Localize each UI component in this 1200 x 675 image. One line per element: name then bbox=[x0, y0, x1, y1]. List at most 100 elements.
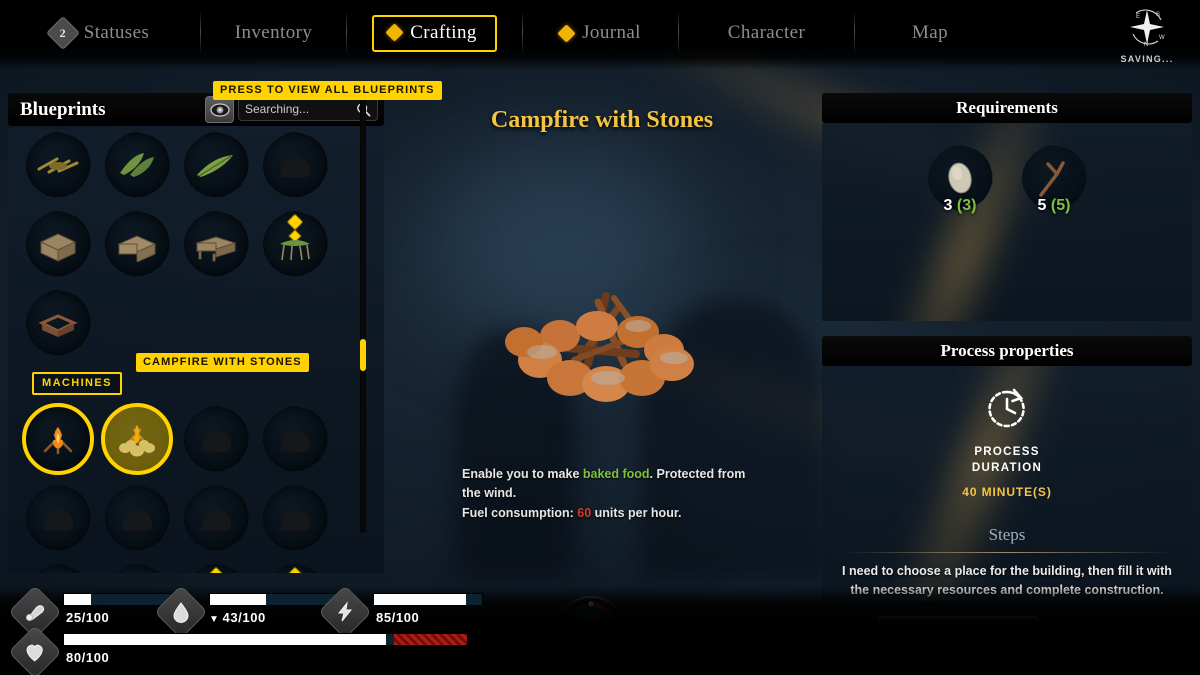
food-bar bbox=[63, 593, 173, 606]
blueprint-slot-tool[interactable] bbox=[22, 561, 94, 573]
tab-label: Character bbox=[727, 22, 806, 43]
forge-icon bbox=[114, 500, 160, 536]
tab-character[interactable]: Character bbox=[679, 0, 854, 66]
blueprint-slot-kettle[interactable] bbox=[180, 482, 252, 554]
blueprints-scrollbar[interactable] bbox=[360, 97, 366, 533]
energy-bar-fill bbox=[374, 594, 466, 605]
lightning-icon bbox=[337, 601, 353, 622]
svg-text:N: N bbox=[1144, 42, 1148, 48]
blueprint-slot-campfire[interactable] bbox=[22, 403, 94, 475]
blueprint-slot-dark-shape[interactable] bbox=[259, 129, 331, 201]
blueprint-slot-drying-rack[interactable] bbox=[259, 403, 331, 475]
blueprint-slot-wooden-bench[interactable] bbox=[180, 208, 252, 280]
process-duration-label: PROCESS DURATION bbox=[822, 445, 1192, 476]
blueprint-slot-forge[interactable] bbox=[101, 482, 173, 554]
requirements-panel: Requirements 3 (3) 5 (5) bbox=[822, 93, 1192, 321]
tab-label: Crafting bbox=[410, 21, 477, 43]
requirements-title: Requirements bbox=[956, 98, 1058, 117]
kettle-icon bbox=[193, 500, 239, 536]
drying-rack-icon bbox=[272, 421, 318, 457]
heart-icon bbox=[26, 644, 44, 662]
requirement-need: (3) bbox=[956, 197, 977, 214]
health-bar bbox=[63, 633, 468, 646]
energy-icon-frame bbox=[318, 585, 372, 639]
slot-frame bbox=[104, 564, 170, 573]
eye-icon bbox=[209, 102, 230, 117]
water-bar-fill bbox=[210, 594, 267, 605]
garden-bed-icon bbox=[35, 305, 81, 341]
blueprint-row bbox=[22, 561, 342, 573]
selection-ring bbox=[101, 403, 173, 475]
item-title: Campfire with Stones bbox=[490, 107, 714, 133]
health-icon-frame bbox=[8, 625, 62, 675]
duration-label-line2: DURATION bbox=[971, 461, 1043, 474]
requirements-body: 3 (3) 5 (5) bbox=[822, 123, 1192, 321]
search-input[interactable]: Searching... bbox=[245, 102, 356, 116]
blueprint-slot-log-workbench[interactable] bbox=[259, 561, 331, 573]
blueprint-slot-wooden-chest[interactable] bbox=[101, 208, 173, 280]
blueprint-slot-campfire-with-stones[interactable] bbox=[101, 403, 173, 475]
energy-value: 85/100 bbox=[376, 610, 420, 625]
blueprint-row bbox=[22, 403, 342, 475]
statuses-count-badge: 2 bbox=[45, 16, 80, 50]
statuses-count: 2 bbox=[59, 25, 66, 40]
tab-inventory[interactable]: Inventory bbox=[201, 0, 346, 66]
description-highlight: baked food bbox=[582, 467, 650, 481]
process-properties-header: Process properties bbox=[822, 336, 1192, 366]
blueprint-row bbox=[22, 208, 342, 280]
blueprint-slot-palm-shelter[interactable] bbox=[259, 208, 331, 280]
blueprint-slot-machine[interactable] bbox=[259, 482, 331, 554]
compass-rose-icon: S E N W bbox=[1130, 9, 1165, 48]
tab-journal[interactable]: Journal bbox=[523, 0, 678, 66]
requirement-have: 3 bbox=[943, 197, 953, 214]
game-screen: 2 Statuses Inventory Crafting Journal Charact… bbox=[0, 0, 1200, 675]
blueprint-slot-anvil[interactable] bbox=[22, 482, 94, 554]
view-all-blueprints-button[interactable] bbox=[205, 96, 234, 123]
stat-water: ▼ 43/100 bbox=[154, 585, 342, 639]
saving-label: SAVING... bbox=[1120, 54, 1174, 64]
process-properties-body: PROCESS DURATION 40 MINUTE(S) Steps I ne… bbox=[822, 366, 1192, 601]
selection-ring bbox=[22, 403, 94, 475]
blueprint-slot-leaves[interactable] bbox=[101, 129, 173, 201]
process-properties-title: Process properties bbox=[940, 341, 1074, 360]
blueprint-slot-furnace[interactable] bbox=[180, 403, 252, 475]
requirement-count: 5 (5) bbox=[1021, 197, 1087, 215]
steps-title: Steps bbox=[988, 525, 1026, 545]
scrollbar-thumb[interactable] bbox=[360, 339, 366, 371]
slot-frame bbox=[25, 564, 91, 573]
fuel-label: Fuel consumption: bbox=[462, 505, 578, 520]
requirement-item: 3 (3) bbox=[927, 145, 993, 215]
blueprint-row bbox=[22, 482, 342, 554]
water-bar bbox=[209, 593, 342, 606]
campfire-with-stones-model bbox=[392, 268, 812, 408]
wooden-chest-icon bbox=[114, 226, 160, 263]
blueprint-slot-wooden-crate[interactable] bbox=[22, 208, 94, 280]
requirements-header: Requirements bbox=[822, 93, 1192, 123]
fuel-value: 60 bbox=[577, 505, 592, 520]
blueprints-title: Blueprints bbox=[20, 98, 106, 120]
svg-text:S: S bbox=[1156, 12, 1160, 18]
leaf-blade-icon bbox=[193, 147, 239, 183]
blueprint-slot-garden-bed[interactable] bbox=[22, 287, 94, 359]
blueprint-slot-plant-fiber[interactable] bbox=[22, 129, 94, 201]
blueprints-list[interactable]: MACHINES bbox=[8, 129, 384, 573]
blueprints-panel: PRESS TO VIEW ALL BLUEPRINTS Blueprints … bbox=[8, 81, 442, 573]
tab-label: Map bbox=[911, 22, 949, 43]
category-label-machines: MACHINES bbox=[32, 372, 122, 395]
health-value: 80/100 bbox=[66, 650, 110, 665]
view-all-blueprints-tooltip: PRESS TO VIEW ALL BLUEPRINTS bbox=[213, 81, 442, 100]
svg-text:E: E bbox=[1136, 14, 1140, 20]
palm-shelter-icon bbox=[272, 226, 318, 262]
blueprint-slot-leaf-blade[interactable] bbox=[180, 129, 252, 201]
furnace-icon bbox=[193, 421, 239, 457]
health-bar-wrap: 80/100 bbox=[63, 633, 468, 665]
blueprint-slot-workbench[interactable] bbox=[180, 561, 252, 573]
water-icon-frame bbox=[154, 585, 208, 639]
blueprint-slot-spear[interactable] bbox=[101, 561, 173, 573]
food-bar-fill bbox=[64, 594, 91, 605]
tab-crafting[interactable]: Crafting bbox=[347, 0, 522, 66]
tab-statuses[interactable]: 2 Statuses bbox=[0, 0, 200, 66]
requirements-list: 3 (3) 5 (5) bbox=[822, 123, 1192, 215]
tab-map[interactable]: Map bbox=[855, 0, 1005, 66]
blueprint-search-field[interactable]: Searching... bbox=[238, 97, 378, 121]
